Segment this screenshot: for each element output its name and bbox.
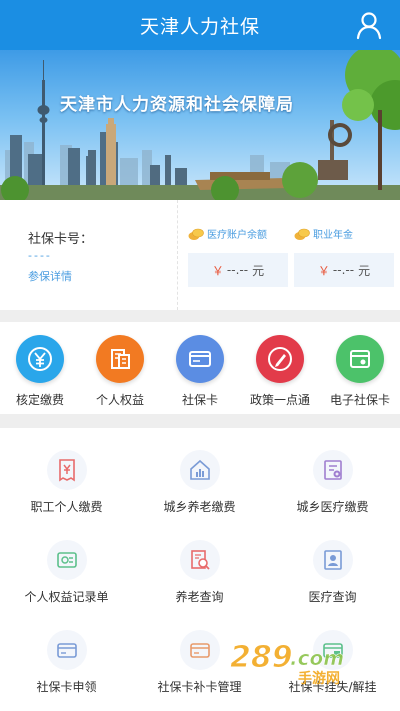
yen-coin-icon bbox=[16, 335, 64, 383]
watermark-logo: 289 .com 手游网 bbox=[230, 640, 345, 688]
medical-bill-icon bbox=[312, 450, 353, 490]
medical-balance-text: 医疗账户余额 bbox=[207, 230, 267, 241]
annuity-balance-box[interactable]: ￥ --.-- 元 bbox=[294, 253, 394, 287]
watermark-suffix: .com bbox=[290, 646, 344, 670]
quick-label: 电子社保卡 bbox=[329, 393, 390, 407]
quick-label: 个人权益 bbox=[95, 393, 144, 407]
app-header: 天津人力社保 bbox=[0, 0, 400, 50]
id-card-icon bbox=[176, 335, 224, 383]
card-reissue-icon bbox=[179, 630, 220, 670]
quick-label: 社保卡 bbox=[181, 393, 218, 407]
service-urban-rural-medical[interactable]: 城乡医疗缴费 bbox=[266, 436, 399, 526]
quick-label: 核定缴费 bbox=[15, 393, 64, 407]
annuity-yen-sign: ￥ bbox=[317, 263, 330, 278]
card-apply-icon bbox=[46, 630, 87, 670]
quick-item-social-card[interactable]: 社保卡 bbox=[160, 335, 240, 408]
annuity-text: 职业年金 bbox=[313, 230, 353, 241]
banner-title: 天津市人力资源和社会保障局 bbox=[60, 95, 294, 115]
site-watermark: 289 .com 手游网 bbox=[228, 637, 378, 688]
divider bbox=[0, 310, 400, 322]
annuity-label: 职业年金 bbox=[294, 226, 353, 241]
annuity-unit: 元 bbox=[358, 263, 371, 278]
user-profile-button[interactable] bbox=[354, 10, 384, 40]
coin-stack-icon bbox=[294, 228, 310, 240]
insurance-details-link[interactable]: 参保详情 bbox=[28, 268, 72, 284]
service-urban-rural-pension[interactable]: 城乡养老缴费 bbox=[133, 436, 266, 526]
quick-item-fee-assessment[interactable]: 核定缴费 bbox=[0, 335, 80, 408]
card-number-label: 社保卡号： bbox=[28, 232, 94, 247]
quick-access-row: 核定缴费 个人权益 社保卡 政策一点通 电子社保卡 bbox=[0, 322, 400, 414]
quick-item-policy-guide[interactable]: 政策一点通 bbox=[240, 335, 320, 408]
quick-item-e-social-card[interactable]: 电子社保卡 bbox=[320, 335, 400, 408]
medical-balance-box[interactable]: ￥ --.-- 元 bbox=[188, 253, 288, 287]
e-card-icon bbox=[336, 335, 384, 383]
service-medical-query[interactable]: 医疗查询 bbox=[266, 526, 399, 616]
receipt-yen-icon bbox=[46, 450, 87, 490]
watermark-brand: 289 bbox=[230, 640, 293, 675]
quick-label: 政策一点通 bbox=[249, 393, 310, 407]
skyline-illustration bbox=[0, 50, 400, 200]
pension-search-icon bbox=[179, 540, 220, 580]
service-label: 养老查询 bbox=[175, 590, 224, 604]
service-rights-record[interactable]: 个人权益记录单 bbox=[0, 526, 133, 616]
medical-person-icon bbox=[312, 540, 353, 580]
house-chart-icon bbox=[179, 450, 220, 490]
app-title: 天津人力社保 bbox=[139, 15, 260, 38]
watermark-sub: 手游网 bbox=[298, 670, 340, 687]
service-label: 社保卡申领 bbox=[36, 680, 97, 694]
document-building-icon bbox=[96, 335, 144, 383]
medical-unit: 元 bbox=[252, 263, 265, 278]
medical-amount: --.-- bbox=[226, 263, 249, 277]
user-icon bbox=[356, 12, 382, 40]
service-label: 城乡医疗缴费 bbox=[296, 500, 369, 514]
service-employee-payment[interactable]: 职工个人缴费 bbox=[0, 436, 133, 526]
card-number-panel: 社保卡号： ---- 参保详情 bbox=[0, 200, 178, 310]
medical-yen-sign: ￥ bbox=[211, 263, 224, 278]
service-label: 医疗查询 bbox=[308, 590, 357, 604]
banner: 天津市人力资源和社会保障局 bbox=[0, 50, 400, 200]
medical-balance-label: 医疗账户余额 bbox=[188, 226, 267, 241]
service-card-application[interactable]: 社保卡申领 bbox=[0, 616, 133, 706]
coin-stack-icon bbox=[188, 228, 204, 240]
social-card-summary: 社保卡号： ---- 参保详情 医疗账户余额 ￥ --.-- 元 职业年金 ￥ … bbox=[0, 200, 400, 310]
divider bbox=[0, 414, 400, 428]
record-card-icon bbox=[46, 540, 87, 580]
quick-item-personal-rights[interactable]: 个人权益 bbox=[80, 335, 160, 408]
service-label: 职工个人缴费 bbox=[30, 500, 103, 514]
card-number-value: ---- bbox=[28, 249, 52, 262]
service-label: 城乡养老缴费 bbox=[163, 500, 236, 514]
service-label: 个人权益记录单 bbox=[24, 590, 109, 604]
annuity-amount: --.-- bbox=[332, 263, 355, 277]
pen-icon bbox=[256, 335, 304, 383]
service-pension-query[interactable]: 养老查询 bbox=[133, 526, 266, 616]
